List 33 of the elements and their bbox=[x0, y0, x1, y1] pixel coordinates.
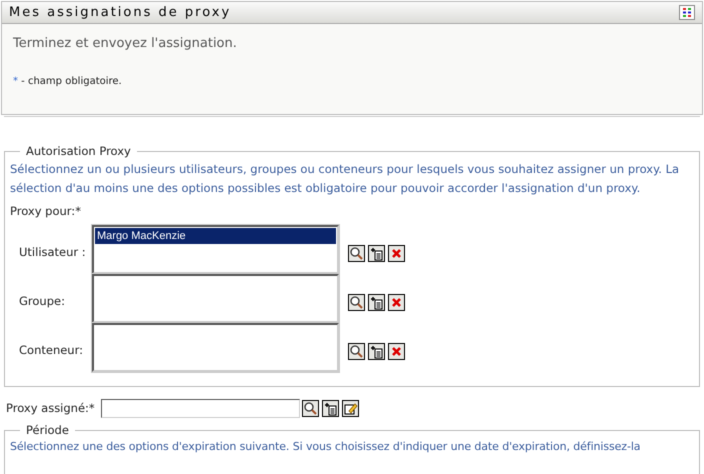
description-text: Sélectionnez une des options d'expiration suivante. Si vous choisissez d'indiquer une date d'expiration, définissez-la bbox=[10, 439, 642, 456]
edit-icon[interactable] bbox=[342, 400, 359, 417]
field-label: Utilisateur : bbox=[18, 244, 87, 262]
delete-icon[interactable] bbox=[388, 244, 405, 262]
delete-icon[interactable] bbox=[388, 294, 405, 310]
list-add-icon[interactable] bbox=[322, 400, 339, 417]
list-box[interactable]: Margo MacKenzie bbox=[92, 224, 339, 274]
list-add-icon[interactable] bbox=[368, 244, 385, 262]
search-icon[interactable] bbox=[302, 400, 319, 417]
required-note: - champ obligatoire. bbox=[20, 74, 122, 88]
field-label: Conteneur: bbox=[18, 342, 84, 360]
required-mark: * bbox=[75, 203, 81, 220]
list-box[interactable] bbox=[92, 322, 339, 372]
delete-icon[interactable] bbox=[388, 342, 405, 360]
section-legend: Période bbox=[20, 422, 75, 440]
search-icon[interactable] bbox=[348, 342, 365, 360]
search-icon[interactable] bbox=[348, 294, 365, 310]
section-legend: Autorisation Proxy bbox=[20, 143, 137, 160]
field-label: Proxy assigné: bbox=[6, 400, 89, 417]
list-add-icon[interactable] bbox=[368, 294, 385, 310]
window-title: Mes assignations de proxy bbox=[9, 4, 232, 22]
list-add-icon[interactable] bbox=[368, 342, 385, 360]
search-icon[interactable] bbox=[348, 244, 365, 262]
instruction-text: Terminez et envoyez l'assignation. bbox=[13, 35, 238, 53]
grid-icon[interactable] bbox=[679, 5, 695, 20]
description-text: Sélectionnez un ou plusieurs utilisateurs, groupes ou conteneurs pour lesquels vous souhaitez assigner un proxy. La sélection d'au moins une des options possibles est obligatoire pour pouvoir accorder l'assignation d'un proxy. bbox=[10, 161, 680, 198]
field-label: Groupe: bbox=[18, 293, 66, 310]
list-item[interactable]: Margo MacKenzie bbox=[95, 228, 336, 244]
list-box[interactable] bbox=[92, 274, 339, 322]
field-label: Proxy pour: bbox=[10, 203, 76, 220]
required-mark: * bbox=[13, 74, 18, 88]
required-mark: * bbox=[88, 400, 95, 417]
input-field[interactable] bbox=[100, 399, 300, 418]
